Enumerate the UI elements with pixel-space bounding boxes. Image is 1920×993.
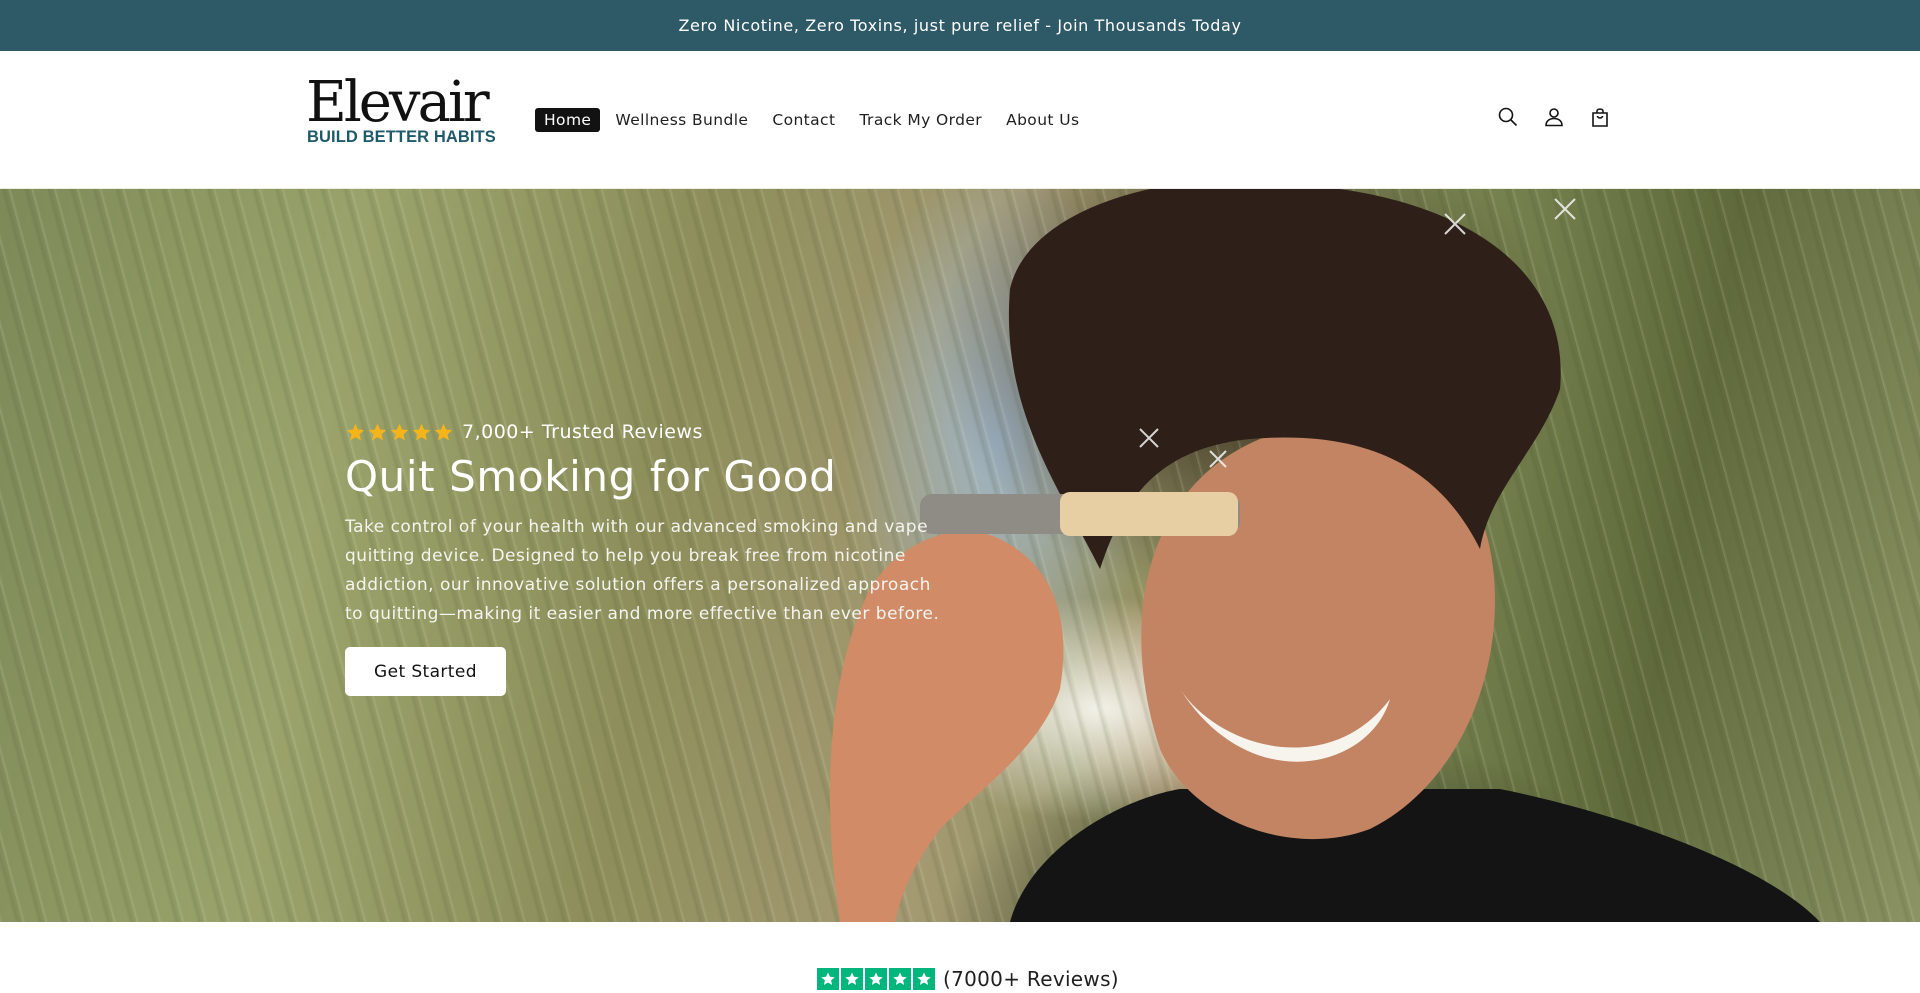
hero-rating: 7,000+ Trusted Reviews: [345, 421, 945, 443]
hero-description: Take control of your health with our adv…: [345, 517, 940, 624]
logo-tagline: BUILD BETTER HABITS: [307, 128, 496, 146]
hero-content: 7,000+ Trusted Reviews Quit Smoking for …: [345, 421, 945, 696]
star-icon: [368, 423, 387, 440]
nav-item-home[interactable]: Home: [535, 108, 601, 132]
reviews-strip: (7000+ Reviews): [0, 922, 1920, 993]
star-icon: [913, 968, 935, 990]
get-started-button[interactable]: Get Started: [345, 647, 506, 696]
announcement-text: Zero Nicotine, Zero Toxins, just pure re…: [678, 16, 1242, 35]
nav-item-track-my-order[interactable]: Track My Order: [850, 108, 991, 132]
star-icon: [889, 968, 911, 990]
trustpilot-rating: (7000+ Reviews): [817, 967, 1119, 991]
star-icon: [346, 423, 365, 440]
logo[interactable]: Elevair BUILD BETTER HABITS: [306, 73, 500, 153]
logo-wordmark: Elevair: [306, 70, 490, 135]
nav-item-about-us[interactable]: About Us: [997, 108, 1088, 132]
hero-title: Quit Smoking for Good: [345, 452, 837, 501]
account-icon[interactable]: [1542, 105, 1566, 129]
reviews-count: (7000+ Reviews): [943, 967, 1119, 991]
nav-item-contact[interactable]: Contact: [763, 108, 844, 132]
site-header: Elevair BUILD BETTER HABITS Home Wellnes…: [0, 51, 1920, 189]
star-icon: [841, 968, 863, 990]
star-icon: [434, 423, 453, 440]
main-nav: Home Wellness Bundle Contact Track My Or…: [535, 107, 1094, 133]
cart-icon[interactable]: [1588, 105, 1612, 129]
hero-stars: [345, 422, 454, 443]
header-icons: [1496, 105, 1612, 129]
star-icon: [865, 968, 887, 990]
nav-item-wellness-bundle[interactable]: Wellness Bundle: [606, 108, 757, 132]
star-icon: [412, 423, 431, 440]
announcement-bar: Zero Nicotine, Zero Toxins, just pure re…: [0, 0, 1920, 51]
hero-banner: 7,000+ Trusted Reviews Quit Smoking for …: [0, 189, 1920, 922]
hero-rating-text: 7,000+ Trusted Reviews: [462, 421, 703, 443]
star-icon: [390, 423, 409, 440]
trustpilot-stars: [817, 968, 935, 990]
search-icon[interactable]: [1496, 105, 1520, 129]
star-icon: [817, 968, 839, 990]
hero-photo: [830, 189, 1820, 922]
